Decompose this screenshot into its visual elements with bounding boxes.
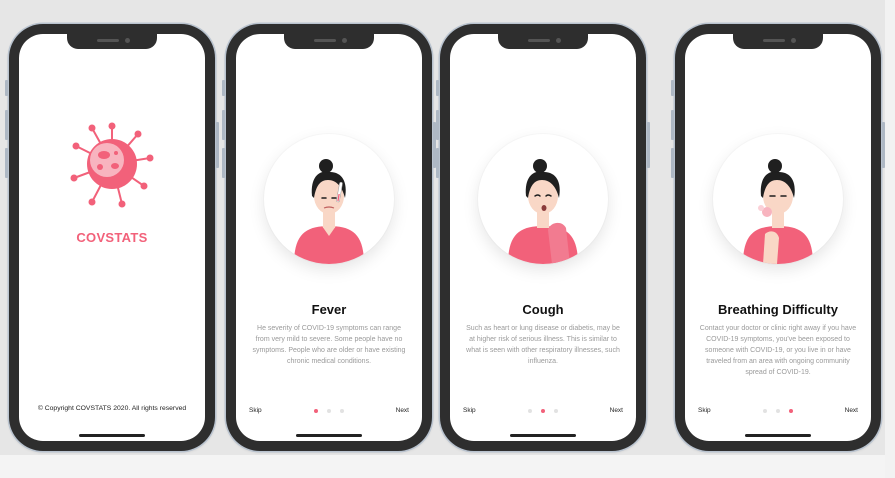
slide-title: Fever [311,302,347,317]
volume-down-button [671,148,674,178]
page-dot-2[interactable] [541,409,545,413]
volume-up-button [671,110,674,140]
power-button [647,122,650,168]
illustration-circle [264,134,394,264]
page-indicator [763,409,793,413]
illustration-circle [478,134,608,264]
onboarding-screen-cough: Cough Such as heart or lung disease or d… [450,34,636,441]
page-indicator [314,409,344,413]
notch [67,34,157,49]
silent-switch [671,80,674,96]
next-button[interactable]: Next [845,407,858,414]
skip-button[interactable]: Skip [698,407,711,414]
copyright-text: © Copyright COVSTATS 2020. All rights re… [37,405,187,412]
illustration-circle [713,134,843,264]
silent-switch [5,80,8,96]
home-indicator [296,434,362,437]
volume-up-button [436,110,439,140]
volume-down-button [436,148,439,178]
home-indicator [79,434,145,437]
woman-cough-icon [508,159,578,264]
notch [498,34,588,49]
notch [284,34,374,49]
volume-up-button [222,110,225,140]
power-button [216,122,219,168]
power-button [882,122,885,168]
page-indicator [528,409,558,413]
splash-screen: COVSTATS © Copyright COVSTATS 2020. All … [19,34,205,441]
home-indicator [745,434,811,437]
skip-button[interactable]: Skip [249,407,262,414]
volume-down-button [222,148,225,178]
slide-title: Cough [522,302,564,317]
canvas-bottom-strip [0,455,895,478]
next-button[interactable]: Next [610,407,623,414]
volume-down-button [5,148,8,178]
page-dot-3[interactable] [789,409,793,413]
onboarding-screen-fever: Fever He severity of COVID-19 symptoms c… [236,34,422,441]
home-indicator [510,434,576,437]
phone-cough: Cough Such as heart or lung disease or d… [436,24,650,451]
brand-name: COVSTATS [76,230,148,245]
page-dot-3[interactable] [554,409,558,413]
slide-description: Such as heart or lung disease or diabeti… [466,325,620,365]
silent-switch [436,80,439,96]
next-button[interactable]: Next [396,407,409,414]
virus-icon [68,120,156,213]
woman-breathing-difficulty-icon [743,159,813,264]
onboarding-screen-breathing-difficulty: Breathing Difficulty Contact your doctor… [685,34,871,441]
page-dot-3[interactable] [340,409,344,413]
canvas-right-strip [885,0,895,478]
notch [733,34,823,49]
skip-button[interactable]: Skip [463,407,476,414]
slide-description: He severity of COVID-19 symptoms can ran… [252,325,406,365]
slide-title: Breathing Difficulty [718,302,838,317]
page-dot-1[interactable] [528,409,532,413]
slide-description: Contact your doctor or clinic right away… [699,325,857,376]
page-dot-1[interactable] [763,409,767,413]
woman-fever-icon [294,159,364,264]
silent-switch [222,80,225,96]
phone-fever: Fever He severity of COVID-19 symptoms c… [222,24,436,451]
page-dot-2[interactable] [776,409,780,413]
volume-up-button [5,110,8,140]
phone-splash: COVSTATS © Copyright COVSTATS 2020. All … [5,24,219,451]
page-dot-2[interactable] [327,409,331,413]
phone-breathing-difficulty: Breathing Difficulty Contact your doctor… [671,24,885,451]
page-dot-1[interactable] [314,409,318,413]
